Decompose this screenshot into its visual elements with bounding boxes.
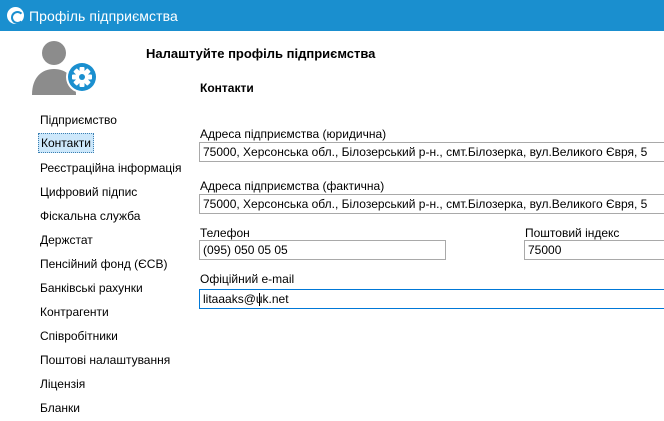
nav-item-counterparties[interactable]: Контрагенти — [38, 302, 111, 322]
text-cursor — [259, 293, 260, 306]
phone-input[interactable] — [199, 240, 446, 260]
actual-address-label: Адреса підприємства (фактична) — [200, 179, 385, 193]
page-heading: Налаштуйте профіль підприємства — [146, 46, 376, 61]
nav-item-employees[interactable]: Співробітники — [38, 326, 120, 346]
nav-item-derzhstat[interactable]: Держстат — [38, 230, 95, 250]
app-logo-icon — [7, 7, 24, 24]
legal-address-label: Адреса підприємства (юридична) — [200, 127, 387, 141]
actual-address-input[interactable] — [199, 194, 664, 214]
section-heading: Контакти — [200, 81, 254, 95]
nav-item-company[interactable]: Підприємство — [38, 110, 119, 130]
postal-code-label: Поштовий індекс — [525, 226, 620, 240]
legal-address-input[interactable] — [199, 142, 664, 162]
postal-code-input[interactable] — [524, 240, 664, 260]
nav-item-license[interactable]: Ліцензія — [38, 374, 87, 394]
nav-item-digital-signature[interactable]: Цифровий підпис — [38, 182, 139, 202]
nav-item-fiscal-service[interactable]: Фіскальна служба — [38, 206, 142, 226]
email-input[interactable] — [199, 289, 664, 309]
nav-item-pension-fund[interactable]: Пенсійний фонд (ЄСВ) — [38, 254, 169, 274]
nav-item-registration[interactable]: Реєстраційна інформація — [38, 158, 183, 178]
title-bar: Профіль підприємства — [0, 0, 664, 31]
user-profile-gear-icon — [32, 41, 98, 95]
phone-label: Телефон — [200, 226, 250, 240]
nav-item-forms[interactable]: Бланки — [38, 398, 82, 418]
nav-item-contacts[interactable]: Контакти — [38, 133, 94, 153]
nav-item-bank-accounts[interactable]: Банківські рахунки — [38, 278, 145, 298]
window-title: Профіль підприємства — [29, 7, 178, 24]
nav-item-mail-settings[interactable]: Поштові налаштування — [38, 350, 172, 370]
email-label: Офіційний e-mail — [200, 272, 295, 286]
